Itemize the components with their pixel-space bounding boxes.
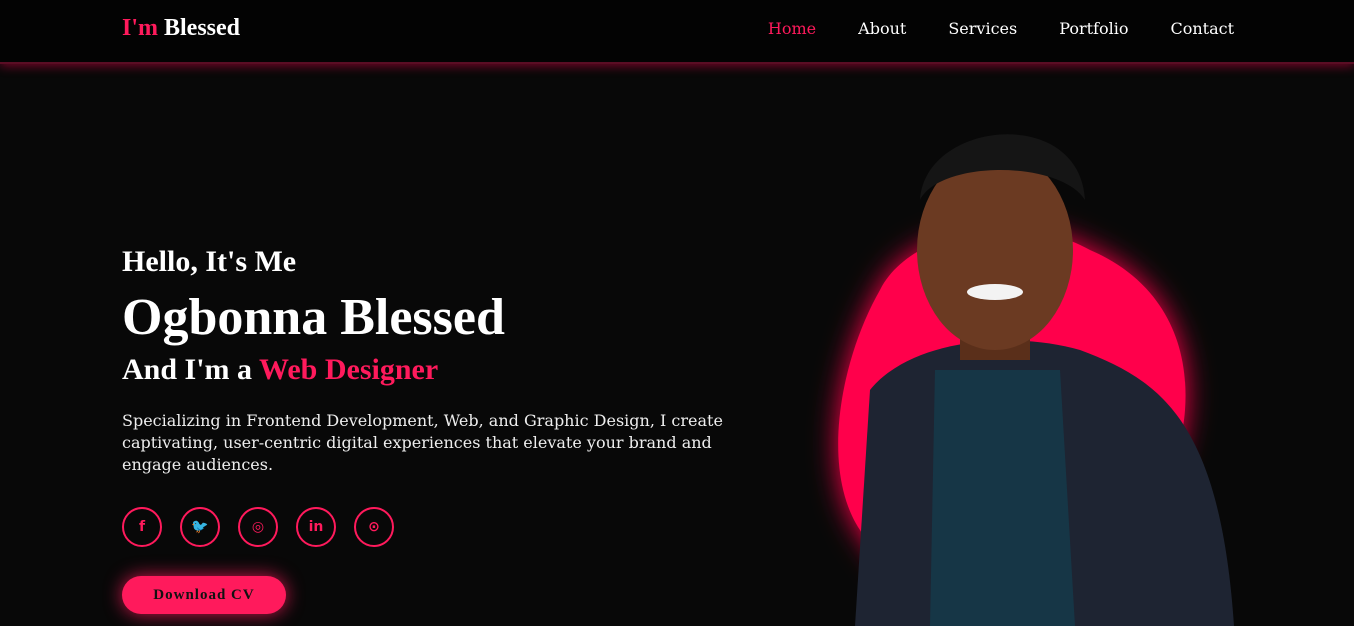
nav-about[interactable]: About — [858, 19, 906, 38]
logo-text: Blessed — [164, 15, 241, 41]
hero-name: Ogbonna Blessed — [122, 289, 505, 346]
hero-description: Specializing in Frontend Development, We… — [122, 411, 723, 474]
role-prefix: And I'm a — [122, 353, 253, 386]
hero-portrait-image — [838, 134, 1234, 626]
download-cv-button[interactable]: Download CV — [122, 576, 286, 614]
linkedin-icon[interactable]: in — [296, 507, 336, 547]
github-icon[interactable]: ⊙ — [354, 507, 394, 547]
site-header: I'm Blessed Home About Services Portfoli… — [0, 0, 1354, 64]
person-smile-shape — [967, 284, 1023, 300]
hero-greeting: Hello, It's Me — [122, 245, 297, 278]
twitter-icon[interactable]: 🐦 — [180, 507, 220, 547]
instagram-icon[interactable]: ◎ — [238, 507, 278, 547]
person-shirt-shape — [930, 370, 1075, 626]
social-links: f 🐦 ◎ in ⊙ — [122, 507, 394, 547]
facebook-icon[interactable]: f — [122, 507, 162, 547]
hero-role: And I'm a Web Designer — [122, 353, 438, 387]
logo-accent: I'm — [122, 15, 158, 41]
role-highlight: Web Designer — [259, 353, 439, 386]
main-nav: Home About Services Portfolio Contact — [768, 19, 1234, 38]
nav-home[interactable]: Home — [768, 19, 816, 38]
logo[interactable]: I'm Blessed — [122, 15, 240, 42]
nav-portfolio[interactable]: Portfolio — [1059, 19, 1128, 38]
nav-services[interactable]: Services — [948, 19, 1017, 38]
nav-contact[interactable]: Contact — [1170, 19, 1234, 38]
